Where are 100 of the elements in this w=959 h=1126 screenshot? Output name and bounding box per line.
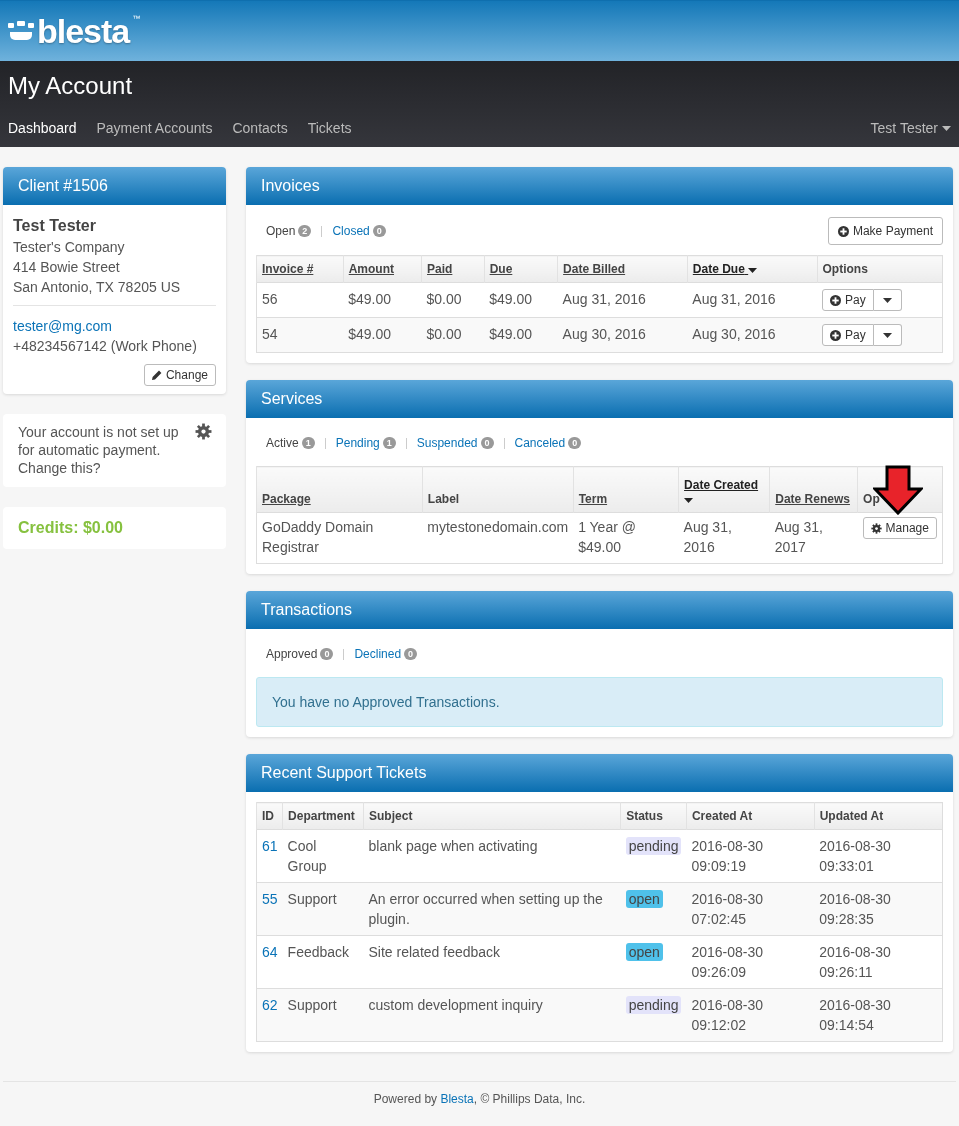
change-button[interactable]: Change — [143, 364, 216, 386]
footer-text: Powered by Blesta, © Phillips Data, Inc. — [372, 1092, 587, 1106]
pay-button[interactable]: Pay — [822, 289, 874, 311]
sort-header[interactable]: Amount — [343, 255, 422, 283]
table-cell: 2016-08-30 09:12:02 — [686, 988, 815, 1042]
count-badge: 0 — [404, 648, 418, 660]
filter-tab[interactable]: Approved 0 — [266, 647, 334, 661]
sort-header[interactable]: Package — [256, 466, 423, 513]
count-badge: 0 — [372, 225, 386, 237]
ticket-link[interactable]: 61 — [262, 838, 278, 854]
sort-caret-icon — [684, 498, 694, 503]
logo-icon — [8, 21, 34, 41]
panel-header: Invoices — [246, 167, 953, 205]
dropdown-button[interactable] — [873, 289, 902, 311]
table-cell: 2016-08-30 09:28:35 — [814, 882, 943, 936]
table-cell: 2016-08-30 07:02:45 — [686, 882, 815, 936]
status-tag: pending — [625, 837, 682, 855]
ticket-link[interactable]: 64 — [262, 944, 278, 960]
table-cell: Support — [282, 882, 364, 936]
table-cell: mytestonedomain.com — [422, 512, 574, 564]
table-cell: custom development inquiry — [363, 988, 621, 1042]
count-badge: 0 — [480, 437, 494, 449]
column-header: Options — [817, 255, 943, 283]
panel-header: Services — [246, 380, 953, 418]
address-line: San Antonio, TX 78205 US — [13, 278, 182, 297]
table-cell: $49.00 — [343, 317, 422, 353]
credits-amount: Credits: $0.00 — [18, 519, 123, 536]
table-cell: $49.00 — [484, 317, 558, 353]
autopay-message: Your account is not set up for automatic payment. Change this? — [18, 423, 180, 477]
phone-text: +48234567142 (Work Phone) — [13, 337, 198, 356]
sort-header[interactable]: Date Due — [687, 255, 818, 283]
table-cell: An error occurred when setting up the plugin. — [363, 882, 621, 936]
sort-header[interactable]: Invoice # — [256, 255, 344, 283]
caret-icon — [942, 125, 951, 131]
sort-header[interactable]: Term — [573, 466, 679, 513]
info-alert: You have no Approved Transactions. — [256, 677, 943, 727]
filter-tab[interactable]: Pending 1 — [335, 436, 396, 450]
nav-tab[interactable]: Dashboard — [8, 120, 77, 136]
count-badge: 2 — [298, 225, 312, 237]
table-cell: 1 Year @ $49.00 — [573, 512, 679, 564]
column-header: Department — [282, 802, 364, 830]
filter-tab[interactable]: Suspended 0 — [416, 436, 494, 450]
ticket-link[interactable]: 55 — [262, 891, 278, 907]
panel-header: Client #1506 — [3, 167, 226, 205]
table-cell: $0.00 — [421, 317, 485, 353]
column-header: Updated At — [814, 802, 943, 830]
logo-text: blesta — [37, 14, 130, 48]
table-cell: Aug 31, 2016 — [678, 512, 770, 564]
dropdown-button[interactable] — [873, 324, 902, 346]
status-tag: pending — [625, 996, 682, 1014]
filter-tab[interactable]: Active 1 — [266, 436, 315, 450]
plus-circle-icon — [830, 294, 842, 306]
sort-header[interactable]: Due — [484, 255, 558, 283]
footer-link[interactable]: Blesta — [440, 1092, 474, 1106]
table-cell: 54 — [256, 317, 344, 353]
gear-icon — [870, 522, 882, 534]
pencil-icon — [151, 370, 162, 380]
status-tag: open — [625, 943, 663, 961]
nav-tab[interactable]: Tickets — [307, 120, 352, 136]
count-badge: 1 — [301, 437, 315, 449]
address-line: 414 Bowie Street — [13, 258, 121, 277]
count-badge: 0 — [320, 648, 334, 660]
table-cell: Aug 31, 2017 — [769, 512, 858, 564]
count-badge: 1 — [382, 437, 396, 449]
settings-icon — [195, 423, 212, 440]
filter-tab[interactable]: Open 2 — [266, 224, 312, 238]
make-payment-button[interactable]: Make Payment — [827, 217, 943, 245]
plus-circle-icon — [830, 329, 842, 341]
pay-button[interactable]: Pay — [822, 324, 874, 346]
sort-header[interactable]: Date Created — [678, 466, 770, 513]
client-name: Test Tester — [13, 217, 97, 235]
table-cell: Aug 30, 2016 — [557, 317, 688, 353]
column-header: Created At — [686, 802, 815, 830]
table-cell: 2016-08-30 09:14:54 — [814, 988, 943, 1042]
table-cell: Aug 30, 2016 — [687, 317, 818, 353]
panel-header: Recent Support Tickets — [246, 754, 953, 792]
manage-button[interactable]: Manage — [862, 517, 937, 539]
filter-tab[interactable]: Closed 0 — [332, 224, 386, 238]
trademark-mark: ™ — [132, 14, 141, 23]
column-header: Label — [422, 466, 574, 513]
page-title: My Account — [7, 71, 134, 101]
filter-tab[interactable]: Declined 0 — [354, 647, 418, 661]
column-header: ID — [256, 802, 283, 830]
nav-tab[interactable]: Contacts — [232, 120, 288, 136]
email-link[interactable]: tester@mg.com — [13, 316, 216, 336]
caret-icon — [882, 297, 892, 303]
count-badge: 0 — [568, 437, 582, 449]
ticket-link[interactable]: 62 — [262, 997, 278, 1013]
filter-tab[interactable]: Canceled 0 — [514, 436, 582, 450]
user-menu[interactable]: Test Tester — [870, 120, 951, 136]
sort-header[interactable]: Paid — [421, 255, 485, 283]
sort-caret-icon — [748, 268, 758, 273]
sort-header[interactable]: Date Billed — [557, 255, 688, 283]
caret-icon — [882, 332, 892, 338]
address-line: Tester's Company — [13, 238, 126, 257]
column-header: Subject — [363, 802, 621, 830]
nav-tab[interactable]: Payment Accounts — [96, 120, 213, 136]
table-cell: GoDaddy Domain Registrar — [256, 512, 423, 564]
sort-header[interactable]: Date Renews — [769, 466, 858, 513]
column-header: Status — [620, 802, 687, 830]
